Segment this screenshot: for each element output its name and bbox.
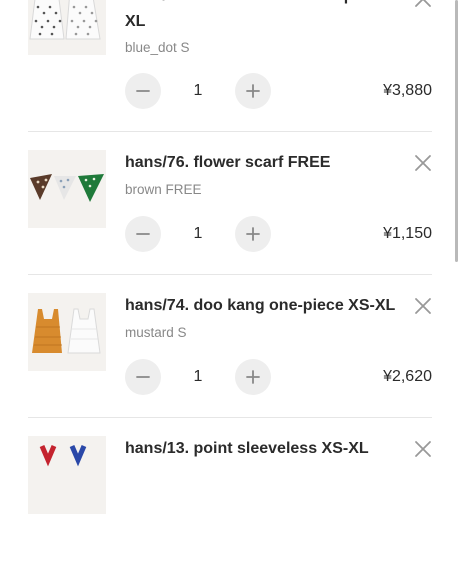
- cart-item-list: hans/75.summer button one-piece S- XL bl…: [0, 0, 460, 514]
- increase-quantity-button[interactable]: [235, 73, 271, 109]
- item-divider: [28, 131, 432, 132]
- scrollbar[interactable]: [455, 0, 458, 262]
- quantity-value: 1: [193, 225, 203, 242]
- cart-item: hans/75.summer button one-piece S- XL bl…: [0, 0, 460, 119]
- product-image-one-pieces: [28, 293, 106, 371]
- quantity-value: 1: [193, 82, 203, 99]
- minus-icon: [136, 90, 150, 92]
- cart-item: hans/76. flower scarf FREE brown FREE 1 …: [0, 150, 460, 292]
- product-thumbnail[interactable]: [28, 436, 106, 514]
- item-title[interactable]: hans/74. doo kang one-piece XS-XL: [125, 293, 405, 319]
- item-title[interactable]: hans/76. flower scarf FREE: [125, 150, 405, 176]
- item-title[interactable]: hans/13. point sleeveless XS-XL: [125, 436, 405, 462]
- item-variant: blue_dot S: [125, 40, 190, 55]
- close-icon: [415, 155, 431, 171]
- product-thumbnail[interactable]: [28, 150, 106, 228]
- product-thumbnail[interactable]: [28, 0, 106, 55]
- plus-icon: [246, 84, 260, 98]
- item-variant: mustard S: [125, 325, 187, 340]
- remove-item-button[interactable]: [413, 153, 433, 173]
- item-price: ¥1,150: [383, 225, 432, 242]
- decrease-quantity-button[interactable]: [125, 73, 161, 109]
- item-divider: [28, 274, 432, 275]
- cart-item: hans/13. point sleeveless XS-XL: [0, 436, 460, 578]
- item-variant: brown FREE: [125, 182, 202, 197]
- increase-quantity-button[interactable]: [235, 359, 271, 395]
- product-image-dot-dresses: [28, 0, 106, 55]
- product-image-sleeveless: [28, 436, 106, 514]
- plus-icon: [246, 227, 260, 241]
- minus-icon: [136, 233, 150, 235]
- decrease-quantity-button[interactable]: [125, 216, 161, 252]
- plus-icon: [246, 370, 260, 384]
- item-title-line-1: hans/75.summer button one-piece S-: [125, 0, 405, 9]
- increase-quantity-button[interactable]: [235, 216, 271, 252]
- remove-item-button[interactable]: [413, 0, 433, 9]
- cart-item: hans/74. doo kang one-piece XS-XL mustar…: [0, 293, 460, 435]
- item-title[interactable]: hans/75.summer button one-piece S- XL: [125, 0, 405, 35]
- close-icon: [415, 298, 431, 314]
- item-price: ¥2,620: [383, 368, 432, 385]
- remove-item-button[interactable]: [413, 296, 433, 316]
- minus-icon: [136, 376, 150, 378]
- item-divider: [28, 417, 432, 418]
- item-price: ¥3,880: [383, 82, 432, 99]
- product-thumbnail[interactable]: [28, 293, 106, 371]
- close-icon: [415, 0, 431, 7]
- product-image-scarves: [28, 150, 106, 228]
- decrease-quantity-button[interactable]: [125, 359, 161, 395]
- quantity-value: 1: [193, 368, 203, 385]
- remove-item-button[interactable]: [413, 439, 433, 459]
- close-icon: [415, 441, 431, 457]
- item-title-line-2: XL: [125, 13, 146, 30]
